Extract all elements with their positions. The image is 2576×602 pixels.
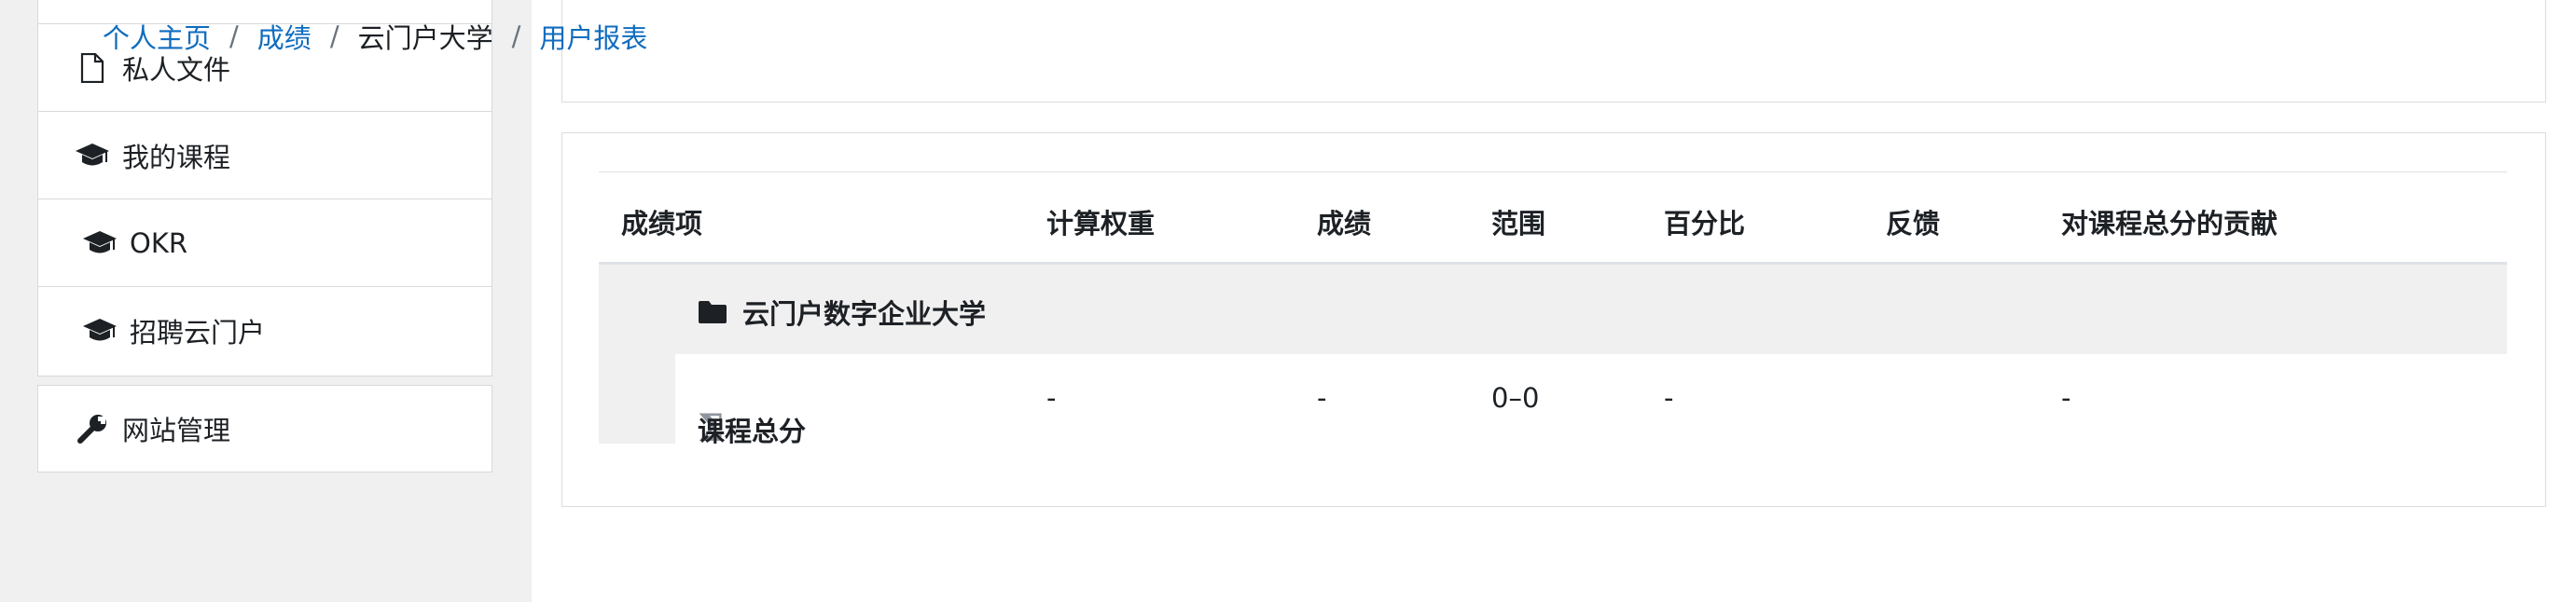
breadcrumb-separator: / (511, 21, 521, 52)
breadcrumb-course: 云门户大学 (357, 22, 493, 54)
sidebar-item-recruitment-portal[interactable]: 招聘云门户 (38, 286, 492, 374)
breadcrumb-separator: / (329, 21, 339, 52)
cell-range: 0–0 (1491, 382, 1540, 414)
column-header-contribution: 对课程总分的贡献 (2061, 208, 2278, 239)
sidebar-item-my-courses[interactable]: 我的课程 (38, 111, 492, 198)
table-header-row: 成绩项 计算权重 成绩 范围 百分比 反馈 对课程总分的贡献 (599, 172, 2507, 265)
course-total-name: 课程总分 (698, 416, 807, 447)
sidebar-item-label: 我的课程 (122, 141, 231, 173)
course-total-row: Σ 课程总分 - - 0–0 - - (675, 354, 2507, 447)
breadcrumb-separator: / (229, 21, 239, 52)
cell-grade: - (1317, 382, 1327, 414)
breadcrumb: 个人主页 / 成绩 / 云门户大学 / 用户报表 (103, 17, 647, 56)
breadcrumb-user-report-link[interactable]: 用户报表 (539, 17, 647, 56)
column-header-range: 范围 (1491, 208, 1546, 239)
cell-weight: - (1046, 382, 1057, 414)
graduation-cap-icon (81, 225, 118, 262)
nav-drawer-admin: 网站管理 (37, 385, 492, 472)
category-label: 云门户数字企业大学 (698, 293, 986, 332)
user-grade-table: 成绩项 计算权重 成绩 范围 百分比 反馈 对课程总分的贡献 云门户数字企业大学… (599, 171, 2507, 447)
breadcrumb-grades-link[interactable]: 成绩 (257, 17, 312, 56)
column-header-grade-item: 成绩项 (621, 208, 703, 239)
column-header-grade: 成绩 (1317, 208, 1372, 239)
sidebar-item-label: OKR (130, 226, 187, 259)
cell-contribution: - (2061, 382, 2071, 414)
category-indent-block (599, 354, 675, 444)
sidebar-item-label: 招聘云门户 (130, 316, 266, 349)
nav-drawer-main: 私人文件 我的课程 OKR 招聘云门户 (37, 0, 492, 376)
column-header-weight: 计算权重 (1046, 208, 1156, 239)
column-header-percentage: 百分比 (1664, 208, 1746, 239)
cell-percentage: - (1664, 382, 1674, 414)
graduation-cap-icon (74, 137, 111, 174)
wrench-icon (74, 410, 111, 447)
category-name: 云门户数字企业大学 (742, 298, 987, 330)
sidebar-item-label: 网站管理 (122, 415, 231, 446)
category-row: 云门户数字企业大学 (599, 265, 2507, 354)
page-header-card (561, 0, 2546, 103)
folder-icon (698, 300, 727, 324)
breadcrumb-home-link[interactable]: 个人主页 (103, 17, 211, 56)
graduation-cap-icon (81, 312, 118, 349)
sidebar: 私人文件 我的课程 OKR 招聘云门户 网站管理 (0, 0, 532, 602)
sidebar-item-site-admin[interactable]: 网站管理 (38, 386, 492, 472)
sidebar-item-okr[interactable]: OKR (38, 198, 492, 286)
column-header-feedback: 反馈 (1886, 208, 1941, 239)
